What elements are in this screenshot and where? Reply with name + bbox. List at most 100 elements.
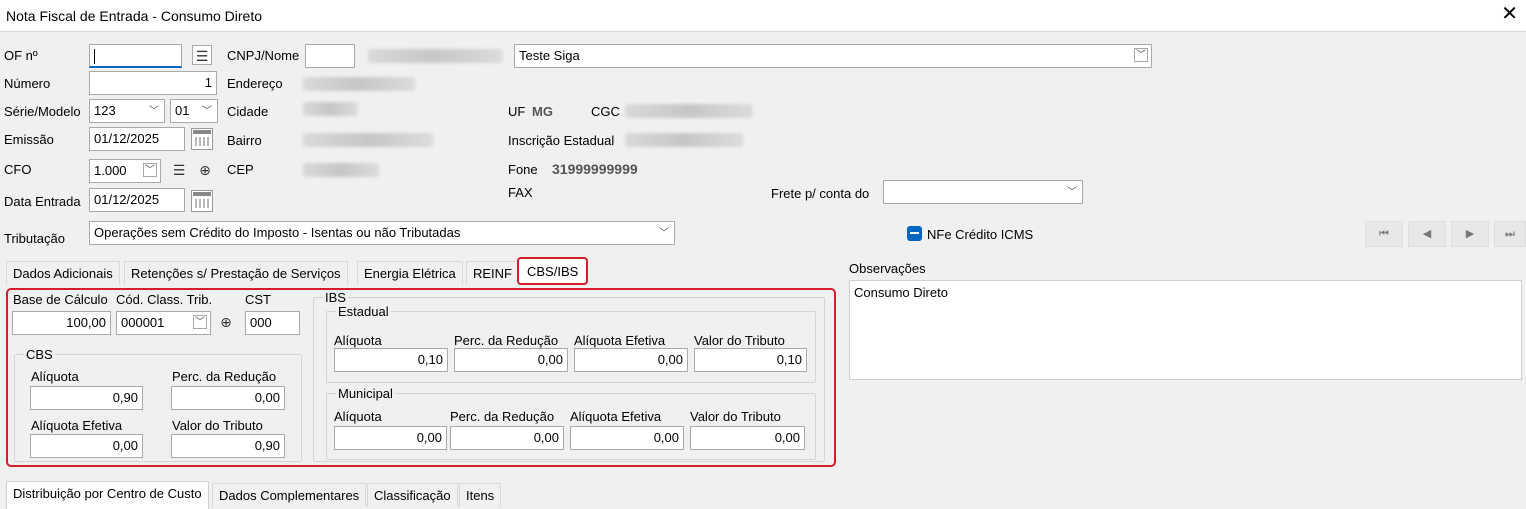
modelo-select[interactable]: 01 ﹀	[170, 99, 218, 123]
list-icon[interactable]: ☰	[192, 45, 212, 65]
tab-itens[interactable]: Itens	[459, 483, 502, 507]
ibs-mun-aliquota-value: 0,00	[416, 430, 442, 445]
tab-energia-eletrica[interactable]: Energia Elétrica	[357, 261, 463, 285]
first-record-icon[interactable]: ⏮	[1365, 221, 1403, 247]
title-bar: Nota Fiscal de Entrada - Consumo Direto …	[0, 0, 1526, 32]
cst-label: CST	[245, 292, 271, 307]
ie-label: Inscrição Estadual	[508, 133, 615, 148]
frete-select[interactable]: ﹀	[883, 180, 1083, 204]
ibs-mun-perc-reducao-value: 0,00	[533, 430, 559, 445]
ibs-est-valor-tributo-label: Valor do Tributo	[694, 333, 785, 348]
nfe-credito-checkbox[interactable]	[907, 226, 922, 241]
frete-label: Frete p/ conta do	[771, 186, 870, 201]
cst-input[interactable]: 000	[245, 311, 300, 335]
cfo-label: CFO	[4, 162, 32, 177]
ibs-mun-perc-reducao-input[interactable]: 0,00	[450, 426, 564, 450]
zoom-search-icon[interactable]: ⊕	[216, 312, 236, 332]
cnpj-label: CNPJ/Nome	[227, 48, 300, 63]
tab-cbs-ibs[interactable]: CBS/IBS	[517, 257, 589, 285]
ibs-municipal-title: Municipal	[336, 386, 395, 401]
endereco-label: Endereço	[227, 76, 283, 91]
tab-classificacao[interactable]: Classificação	[367, 483, 458, 507]
supplier-select[interactable]: Teste Siga ﹀	[514, 44, 1152, 68]
ie-value-redacted	[625, 133, 743, 147]
endereco-value-redacted	[303, 77, 415, 91]
tab-distribuicao-centro-custo[interactable]: Distribuição por Centro de Custo	[6, 481, 209, 509]
next-record-icon[interactable]: ▶	[1451, 221, 1489, 247]
ibs-est-aliquota-efetiva-value: 0,00	[657, 352, 683, 367]
prev-record-icon[interactable]: ◀	[1408, 221, 1446, 247]
ibs-mun-aliquota-input[interactable]: 0,00	[334, 426, 447, 450]
ibs-mun-aliquota-efetiva-value: 0,00	[653, 430, 679, 445]
last-record-icon[interactable]: ⏭	[1494, 221, 1526, 247]
cep-label: CEP	[227, 162, 254, 177]
cfo-select[interactable]: 1.000 ﹀	[89, 159, 161, 183]
numero-input[interactable]: 1	[89, 71, 217, 95]
close-icon[interactable]: ✕	[1501, 4, 1518, 24]
ibs-mun-perc-reducao-label: Perc. da Redução	[450, 409, 555, 424]
chevron-down-icon[interactable]: ﹀	[143, 163, 157, 177]
zoom-search-icon[interactable]: ⊕	[195, 160, 215, 180]
chevron-down-icon[interactable]: ﹀	[200, 105, 214, 119]
ibs-est-valor-tributo-value: 0,10	[776, 352, 802, 367]
ibs-mun-valor-tributo-label: Valor do Tributo	[690, 409, 781, 424]
data-entrada-input[interactable]: 01/12/2025	[89, 188, 185, 212]
ibs-mun-aliquota-label: Alíquota	[334, 409, 382, 424]
tab-reinf[interactable]: REINF	[466, 261, 519, 285]
tab-retencoes[interactable]: Retenções s/ Prestação de Serviços	[124, 261, 348, 285]
ibs-est-perc-reducao-input[interactable]: 0,00	[454, 348, 568, 372]
cidade-label: Cidade	[227, 104, 269, 119]
cbs-aliquota-value: 0,90	[112, 390, 138, 405]
chevron-down-icon[interactable]: ﹀	[657, 227, 671, 241]
ibs-est-aliquota-value: 0,10	[417, 352, 443, 367]
bairro-label: Bairro	[227, 133, 262, 148]
calendar-icon[interactable]	[191, 128, 213, 150]
fone-label: Fone	[508, 162, 538, 177]
tab-dados-complementares[interactable]: Dados Complementares	[212, 483, 367, 507]
calendar-icon[interactable]	[191, 190, 213, 212]
cnpj-input[interactable]	[305, 44, 355, 68]
base-calculo-label: Base de Cálculo	[13, 292, 108, 307]
data-entrada-value: 01/12/2025	[94, 192, 160, 207]
ibs-est-aliquota-input[interactable]: 0,10	[334, 348, 448, 372]
cbs-valor-tributo-input[interactable]: 0,90	[171, 434, 285, 458]
list-icon[interactable]: ☰	[169, 160, 189, 180]
chevron-down-icon[interactable]: ﹀	[193, 315, 207, 329]
cod-class-label: Cód. Class. Trib.	[116, 292, 213, 307]
serie-value: 123	[94, 103, 116, 118]
nfe-credito-label: NFe Crédito ICMS	[927, 227, 1034, 242]
of-input[interactable]	[89, 44, 182, 68]
emissao-input[interactable]: 01/12/2025	[89, 127, 185, 151]
cod-class-select[interactable]: 000001 ﹀	[116, 311, 211, 335]
tab-dados-adicionais[interactable]: Dados Adicionais	[6, 261, 120, 285]
serie-select[interactable]: 123 ﹀	[89, 99, 165, 123]
observacoes-textarea[interactable]: Consumo Direto	[849, 280, 1522, 380]
serie-modelo-label: Série/Modelo	[4, 104, 81, 119]
ibs-est-aliquota-label: Alíquota	[334, 333, 382, 348]
observacoes-text: Consumo Direto	[854, 285, 948, 300]
ibs-mun-valor-tributo-input[interactable]: 0,00	[690, 426, 805, 450]
cbs-perc-reducao-input[interactable]: 0,00	[171, 386, 285, 410]
tributacao-label: Tributação	[4, 231, 65, 246]
cbs-aliquota-efetiva-input[interactable]: 0,00	[30, 434, 143, 458]
chevron-down-icon[interactable]: ﹀	[147, 105, 161, 119]
cbs-aliquota-input[interactable]: 0,90	[30, 386, 143, 410]
cnpj-value-redacted	[368, 49, 503, 63]
base-calculo-input[interactable]: 100,00	[12, 311, 111, 335]
ibs-est-valor-tributo-input[interactable]: 0,10	[694, 348, 807, 372]
ibs-est-perc-reducao-label: Perc. da Redução	[454, 333, 559, 348]
window-title: Nota Fiscal de Entrada - Consumo Direto	[6, 8, 262, 24]
tributacao-select[interactable]: Operações sem Crédito do Imposto - Isent…	[89, 221, 675, 245]
cep-value-redacted	[303, 163, 379, 177]
chevron-down-icon[interactable]: ﹀	[1065, 186, 1079, 200]
uf-label: UF	[508, 104, 526, 119]
base-calculo-value: 100,00	[66, 315, 106, 330]
ibs-mun-aliquota-efetiva-input[interactable]: 0,00	[570, 426, 684, 450]
ibs-mun-valor-tributo-value: 0,00	[774, 430, 800, 445]
ibs-mun-aliquota-efetiva-label: Alíquota Efetiva	[570, 409, 662, 424]
fax-label: FAX	[508, 185, 533, 200]
cfo-value: 1.000	[94, 163, 127, 178]
supplier-name: Teste Siga	[519, 48, 580, 63]
ibs-est-aliquota-efetiva-input[interactable]: 0,00	[574, 348, 688, 372]
chevron-down-icon[interactable]: ﹀	[1134, 48, 1148, 62]
